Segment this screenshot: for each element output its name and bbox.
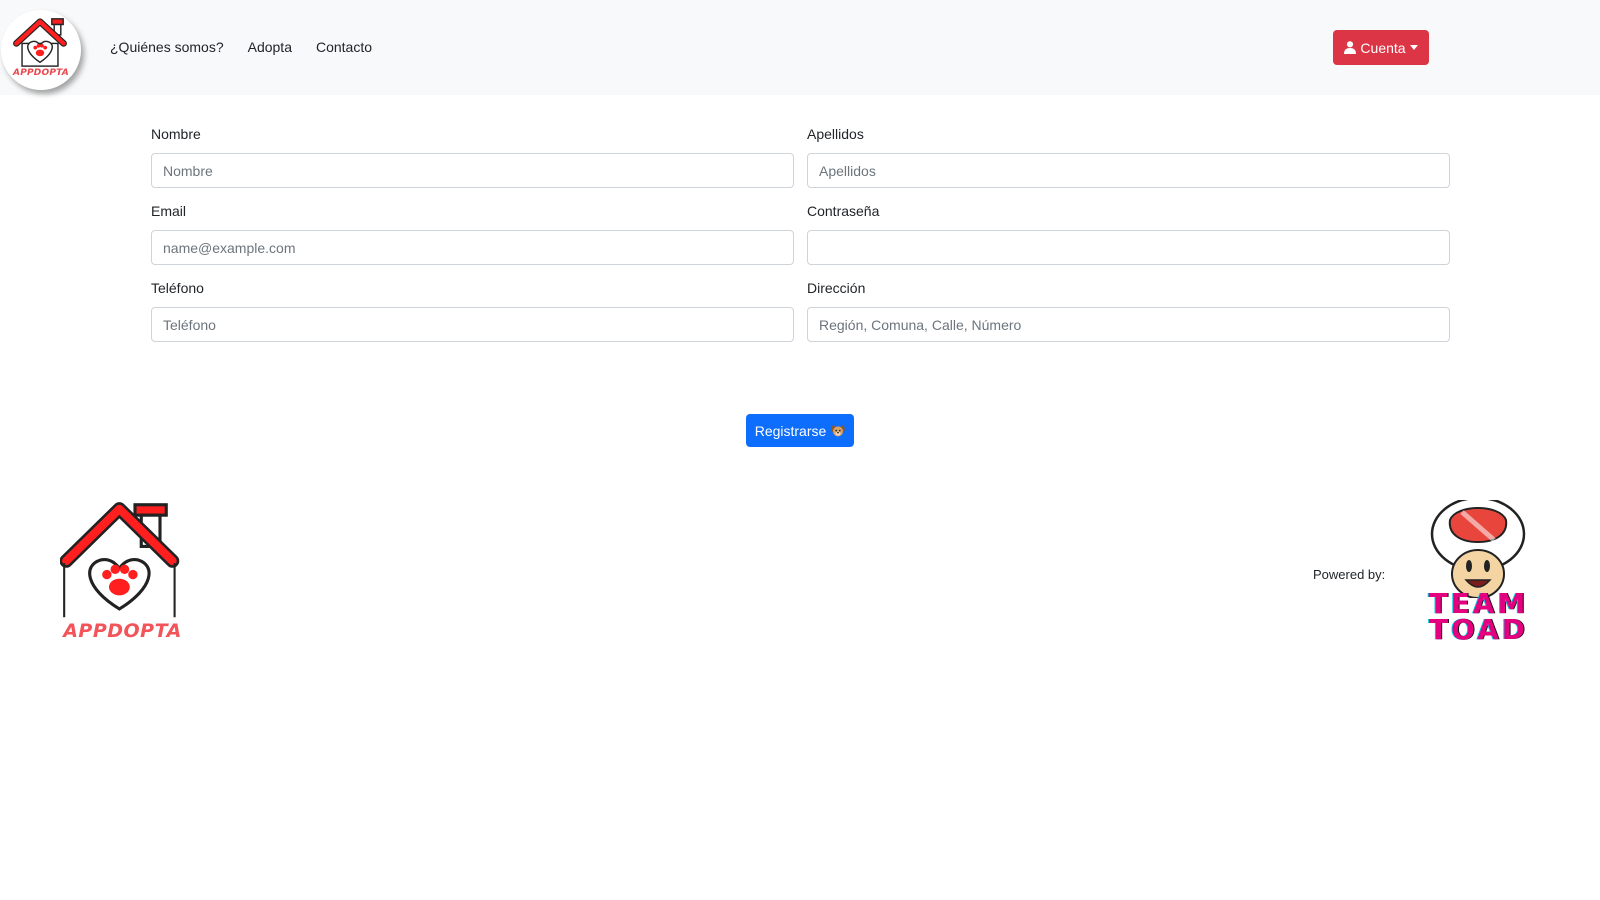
- nav-links: ¿Quiénes somos? Adopta Contacto: [110, 39, 396, 55]
- footer-brand-logo: APPDOPTA: [59, 502, 185, 647]
- apellidos-label: Apellidos: [807, 126, 864, 142]
- house-paw-icon: [59, 502, 180, 618]
- nombre-group: Nombre: [151, 126, 794, 188]
- footer-brand-logo-text: APPDOPTA: [63, 620, 182, 642]
- register-button[interactable]: Registrarse: [746, 414, 854, 447]
- apellidos-input[interactable]: [807, 153, 1450, 188]
- nombre-label: Nombre: [151, 126, 201, 142]
- team-toad-line2: TOAD: [1428, 613, 1529, 646]
- direccion-input[interactable]: [807, 307, 1450, 342]
- direccion-group: Dirección: [807, 280, 1450, 342]
- nav-link-quienes-somos[interactable]: ¿Quiénes somos?: [110, 39, 224, 55]
- password-input[interactable]: [807, 230, 1450, 265]
- email-label: Email: [151, 203, 187, 219]
- nav-link-contacto[interactable]: Contacto: [316, 39, 372, 55]
- team-toad-logo: TEAM TOAD: [1396, 500, 1561, 650]
- telefono-group: Teléfono: [151, 280, 794, 342]
- powered-by-text: Powered by:: [1313, 567, 1386, 582]
- account-button-label: Cuenta: [1360, 39, 1406, 56]
- account-dropdown-button[interactable]: Cuenta: [1333, 30, 1429, 65]
- puppy-emoji-icon: [831, 424, 845, 438]
- password-group: Contraseña: [807, 203, 1450, 265]
- user-icon: [1344, 41, 1357, 54]
- apellidos-group: Apellidos: [807, 126, 1450, 188]
- password-label: Contraseña: [807, 203, 880, 219]
- email-input[interactable]: [151, 230, 794, 265]
- house-paw-icon: [13, 18, 67, 67]
- nombre-input[interactable]: [151, 153, 794, 188]
- caret-down-icon: [1409, 45, 1418, 50]
- brand-logo-text: APPDOPTA: [13, 68, 69, 78]
- brand-logo[interactable]: APPDOPTA: [1, 10, 81, 90]
- telefono-label: Teléfono: [151, 280, 204, 296]
- toad-mascot-icon: [1430, 500, 1526, 598]
- register-button-label: Registrarse: [754, 422, 827, 439]
- telefono-input[interactable]: [151, 307, 794, 342]
- email-group: Email: [151, 203, 794, 265]
- nav-link-adopta[interactable]: Adopta: [248, 39, 292, 55]
- direccion-label: Dirección: [807, 280, 866, 296]
- navbar: APPDOPTA ¿Quiénes somos? Adopta Contacto…: [0, 0, 1600, 95]
